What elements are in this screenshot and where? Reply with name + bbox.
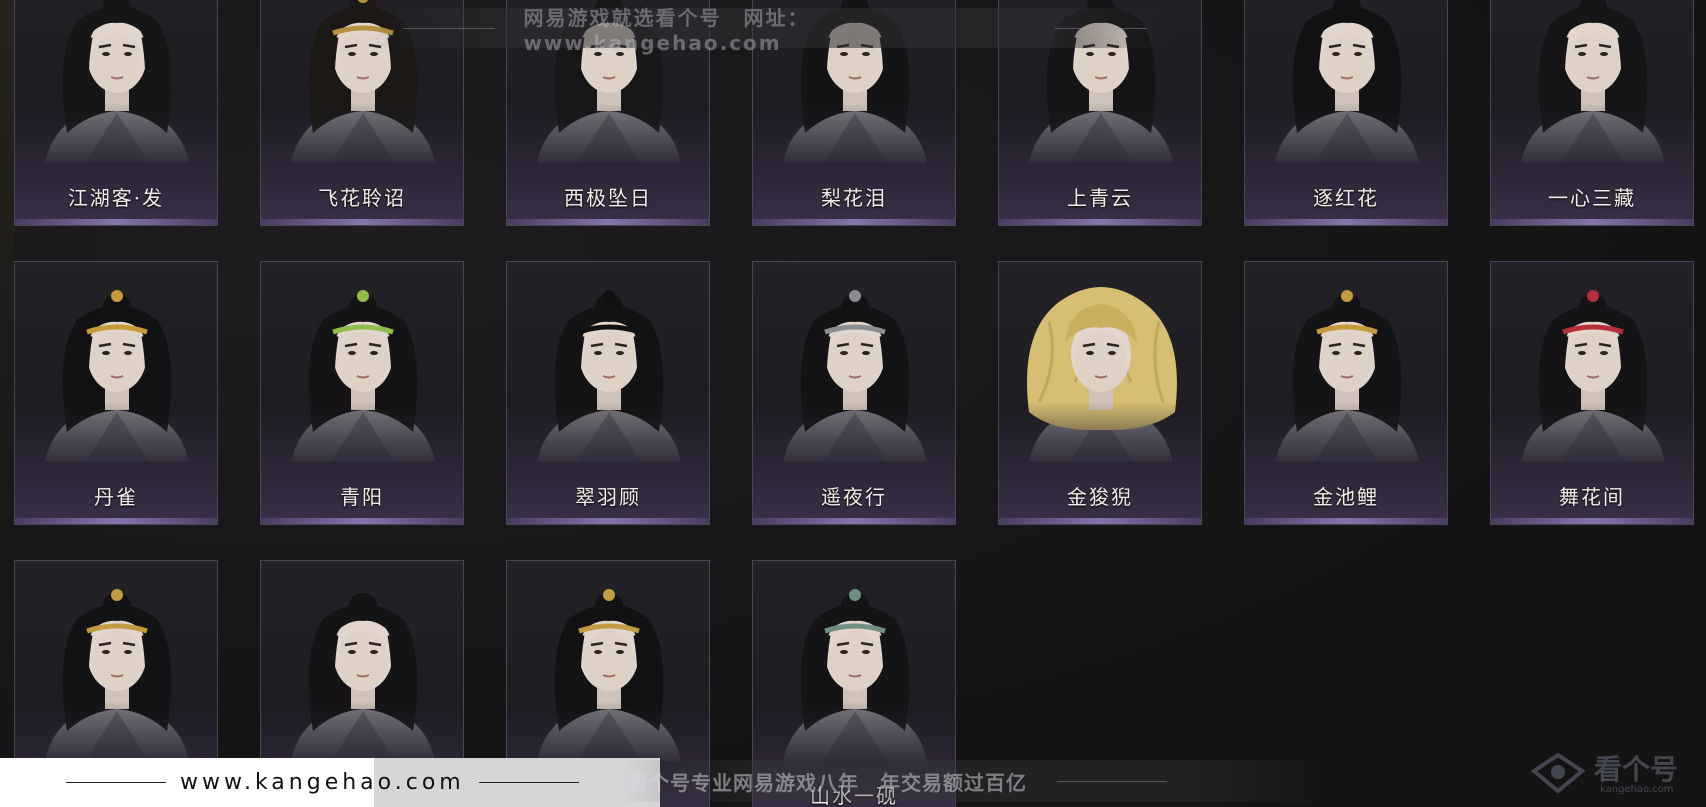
url-divider: [478, 782, 579, 783]
hairstyle-portrait: [1491, 0, 1693, 163]
hairstyle-card[interactable]: 舞花间: [1490, 261, 1694, 525]
hairstyle-card[interactable]: 青阳: [260, 261, 464, 525]
hairstyle-card[interactable]: 一心三藏: [1490, 0, 1694, 226]
hairstyle-name: 金狻猊: [1067, 485, 1133, 509]
hairstyle-name: 青阳: [340, 485, 384, 509]
hairstyle-name: 飞花聆诏: [318, 186, 406, 210]
top-watermark-text: 网易游戏就选看个号 网址：www.kangehao.com: [523, 5, 810, 55]
hairstyle-name: 丹雀: [94, 485, 138, 509]
hairstyle-portrait: [999, 262, 1201, 462]
hairstyle-name: 一心三藏: [1548, 186, 1636, 210]
hairstyle-name: 翠羽顾: [575, 485, 641, 509]
bottom-url: www.kangehao.com: [66, 758, 606, 807]
hairstyle-portrait: [1245, 262, 1447, 462]
hairstyle-name: 逐红花: [1313, 186, 1379, 210]
brand-domain: kangehao.com: [1600, 784, 1674, 795]
top-watermark-banner: 网易游戏就选看个号 网址：www.kangehao.com: [375, 6, 1175, 55]
eye-logo-icon: [1530, 752, 1586, 794]
corner-brand-logo: 看个号 kangehao.com: [1530, 740, 1700, 800]
hairstyle-portrait: [1245, 0, 1447, 163]
hairstyle-name: 西极坠日: [564, 186, 652, 210]
brand-name: 看个号: [1594, 753, 1679, 786]
hairstyle-card[interactable]: 金狻猊: [998, 261, 1202, 525]
hairstyle-name: 舞花间: [1559, 485, 1625, 509]
hairstyle-name: 遥夜行: [821, 485, 887, 509]
banner-divider: [1054, 27, 1147, 29]
left-edge-ornament: [0, 0, 14, 807]
hairstyle-portrait: [261, 262, 463, 462]
hairstyle-card[interactable]: 金池鲤: [1244, 261, 1448, 525]
url-divider: [66, 782, 166, 783]
hairstyle-name: 上青云: [1067, 186, 1133, 210]
hairstyle-name: 金池鲤: [1313, 485, 1379, 509]
hairstyle-name: 江湖客·发: [67, 186, 165, 210]
hairstyle-portrait: [15, 0, 217, 163]
hairstyle-card[interactable]: 江湖客·发: [14, 0, 218, 226]
hairstyle-portrait: [15, 262, 217, 462]
hairstyle-portrait: [507, 561, 709, 761]
hairstyle-portrait: [1491, 262, 1693, 462]
hairstyle-name: 梨花泪: [821, 186, 887, 210]
bottom-url-text: www.kangehao.com: [180, 770, 465, 795]
hairstyle-portrait: [753, 262, 955, 462]
hairstyle-card[interactable]: 遥夜行: [752, 261, 956, 525]
banner-divider: [403, 27, 496, 29]
bottom-slogan-text: 看个号专业网易游戏八年 年交易额过百亿: [628, 770, 1027, 795]
hairstyle-card[interactable]: 丹雀: [14, 261, 218, 525]
hairstyle-portrait: [15, 561, 217, 761]
hairstyle-portrait: [753, 561, 955, 761]
hairstyle-card[interactable]: 翠羽顾: [506, 261, 710, 525]
bottom-slogan-banner: 看个号专业网易游戏八年 年交易额过百亿: [620, 760, 1330, 802]
game-screen: 江湖客·发 飞花聆诏 西极坠日 梨花泪 上青云 逐红花 一心三藏丹雀 青阳 翠羽顾 遥夜行 金狻猊 金…: [0, 0, 1706, 807]
hairstyle-card[interactable]: 逐红花: [1244, 0, 1448, 226]
slogan-divider: [1057, 780, 1167, 782]
hairstyle-portrait: [261, 561, 463, 761]
hairstyle-portrait: [507, 262, 709, 462]
